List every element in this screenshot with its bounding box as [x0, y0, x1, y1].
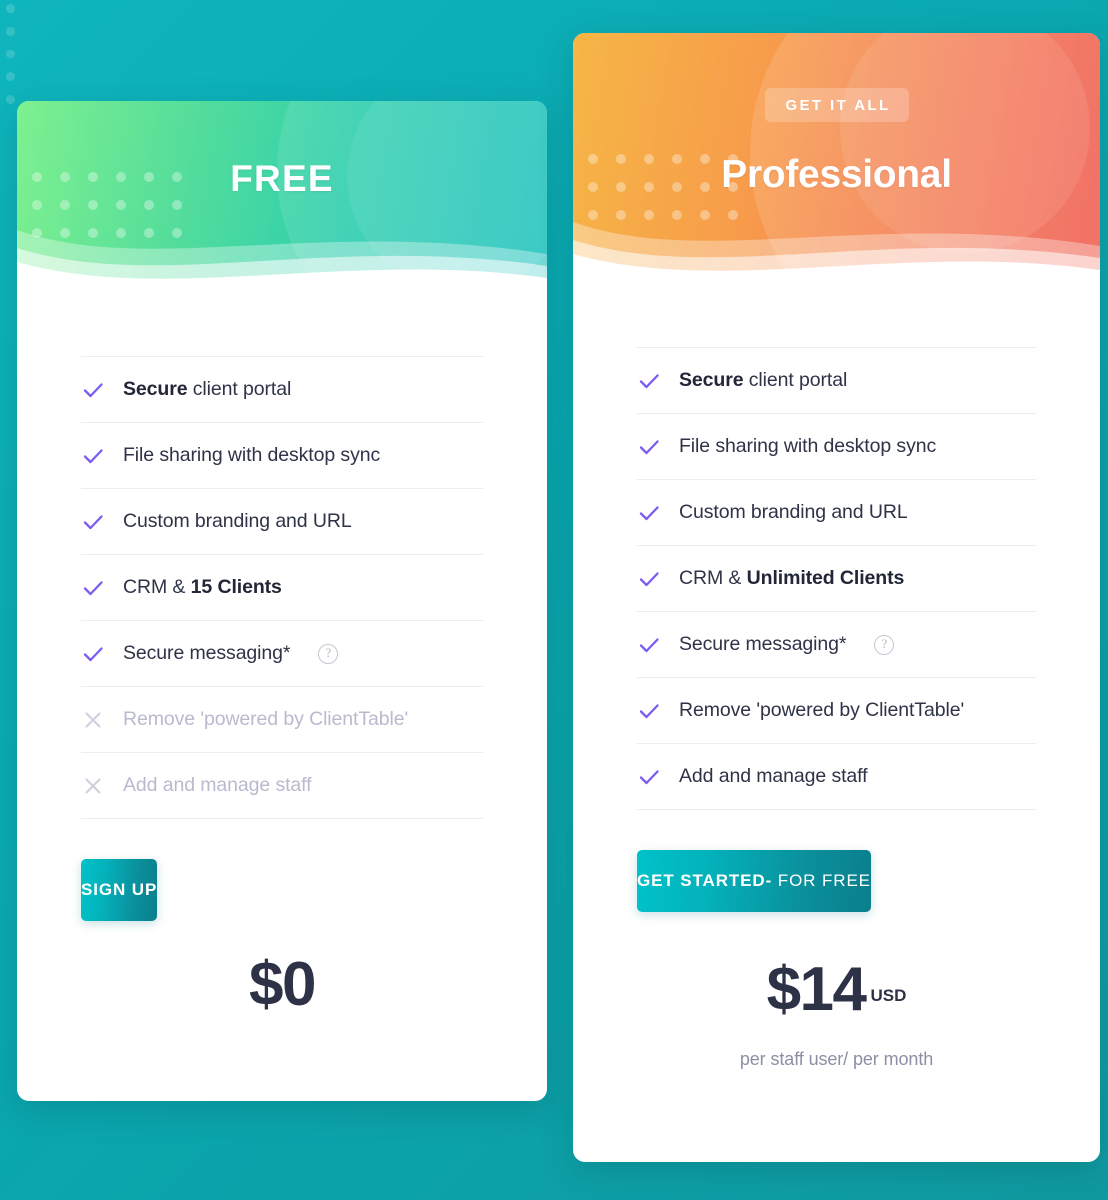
- card-header-professional: GET IT ALL Professional: [573, 33, 1100, 283]
- feature-label: Custom branding and URL: [679, 501, 908, 523]
- cross-icon: [81, 708, 105, 732]
- feature-label: Secure client portal: [123, 378, 292, 400]
- header-wave-professional: [573, 222, 1100, 283]
- help-icon[interactable]: ?: [874, 634, 895, 655]
- plan-badge: GET IT ALL: [764, 88, 909, 122]
- feature-row: Secure client portal: [81, 357, 483, 423]
- check-icon: [81, 642, 105, 666]
- feature-label: File sharing with desktop sync: [123, 444, 381, 466]
- check-icon: [637, 567, 661, 591]
- check-icon: [81, 510, 105, 534]
- feature-label: Remove 'powered by ClientTable': [679, 699, 965, 721]
- feature-label: Secure client portal: [679, 369, 848, 391]
- feature-label: Add and manage staff: [679, 765, 868, 787]
- check-icon: [81, 378, 105, 402]
- card-header-free: FREE: [17, 101, 547, 291]
- feature-row: File sharing with desktop sync: [81, 423, 483, 489]
- check-icon: [637, 369, 661, 393]
- feature-label: Custom branding and URL: [123, 510, 352, 532]
- cta-label: SIGN UP: [81, 880, 158, 899]
- pricing-card-professional: GET IT ALL Professional Secure client po…: [573, 33, 1100, 1162]
- feature-list-free: Secure client portal File sharing with d…: [81, 356, 483, 819]
- feature-label: CRM & 15 Clients: [123, 576, 282, 598]
- check-icon: [637, 699, 661, 723]
- get-started-button[interactable]: GET STARTED- FOR FREE: [637, 850, 871, 912]
- feature-label: Secure messaging*: [679, 633, 847, 655]
- pricing-plans-container: FREE Secure client portal File sharing w…: [0, 0, 1108, 1200]
- feature-row: Add and manage staff: [81, 753, 483, 819]
- price-note: per staff user/ per month: [739, 1049, 934, 1069]
- feature-row: Remove 'powered by ClientTable': [81, 687, 483, 753]
- feature-row: Secure messaging* ?: [637, 612, 1036, 678]
- cta-label: GET STARTED-: [637, 871, 773, 890]
- check-icon: [81, 576, 105, 600]
- check-icon: [637, 501, 661, 525]
- pricing-card-free: FREE Secure client portal File sharing w…: [17, 101, 547, 1101]
- feature-label: Secure messaging*: [123, 642, 291, 664]
- check-icon: [637, 633, 661, 657]
- feature-row: Secure client portal: [637, 348, 1036, 414]
- price-block-free: $0: [17, 949, 547, 1020]
- cross-icon: [81, 774, 105, 798]
- header-wave-free: [17, 230, 547, 291]
- feature-row: CRM & Unlimited Clients: [637, 546, 1036, 612]
- feature-label: Add and manage staff: [123, 774, 312, 796]
- feature-row: Remove 'powered by ClientTable': [637, 678, 1036, 744]
- price-currency: USD: [870, 986, 907, 1005]
- cta-label-sub: FOR FREE: [772, 871, 871, 890]
- feature-row: Custom branding and URL: [637, 480, 1036, 546]
- feature-row: CRM & 15 Clients: [81, 555, 483, 621]
- feature-row: Secure messaging* ?: [81, 621, 483, 687]
- feature-row: File sharing with desktop sync: [637, 414, 1036, 480]
- feature-row: Custom branding and URL: [81, 489, 483, 555]
- feature-label: File sharing with desktop sync: [679, 435, 937, 457]
- price-block-professional: $14 USD per staff user/ per month: [573, 954, 1100, 1070]
- signup-button[interactable]: SIGN UP: [81, 859, 158, 921]
- plan-title-professional: Professional: [721, 153, 952, 196]
- plan-title-free: FREE: [230, 158, 334, 199]
- help-icon[interactable]: ?: [318, 643, 339, 664]
- check-icon: [637, 435, 661, 459]
- feature-label: Remove 'powered by ClientTable': [123, 708, 409, 730]
- feature-label: CRM & Unlimited Clients: [679, 567, 905, 589]
- check-icon: [637, 765, 661, 789]
- check-icon: [81, 444, 105, 468]
- price-amount: $0: [249, 950, 316, 1019]
- feature-row: Add and manage staff: [637, 744, 1036, 810]
- feature-list-professional: Secure client portal File sharing with d…: [637, 347, 1036, 810]
- price-amount: $14: [766, 955, 867, 1024]
